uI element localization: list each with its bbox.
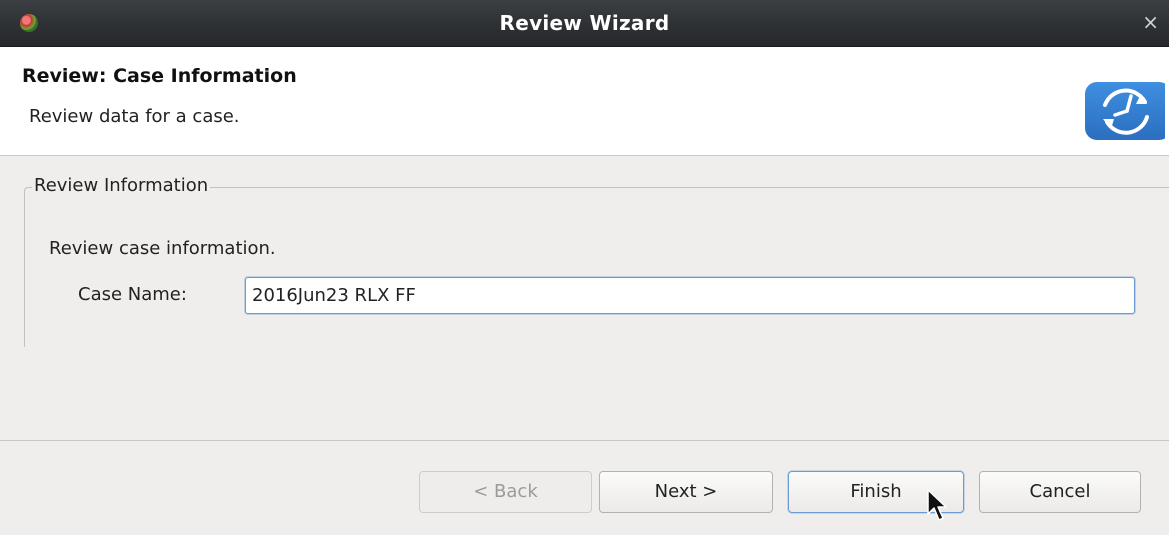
review-information-group: [24, 187, 1169, 347]
wizard-header: Review: Case Information Review data for…: [0, 47, 1169, 156]
cancel-button[interactable]: Cancel: [979, 471, 1141, 513]
back-button[interactable]: < Back: [419, 471, 592, 513]
close-icon[interactable]: ×: [1142, 12, 1159, 32]
review-clock-logo-icon: [1085, 82, 1165, 140]
button-bar-separator: [0, 440, 1169, 441]
group-legend: Review Information: [32, 175, 211, 196]
page-description: Review data for a case.: [29, 106, 240, 127]
mouse-pointer-icon: [927, 489, 947, 521]
case-name-label: Case Name:: [78, 284, 187, 305]
page-title: Review: Case Information: [22, 65, 297, 87]
next-button[interactable]: Next >: [599, 471, 773, 513]
window-titlebar[interactable]: Review Wizard ×: [0, 0, 1169, 47]
case-name-input[interactable]: [245, 277, 1135, 314]
window-title: Review Wizard: [499, 11, 670, 35]
group-description: Review case information.: [49, 238, 276, 259]
